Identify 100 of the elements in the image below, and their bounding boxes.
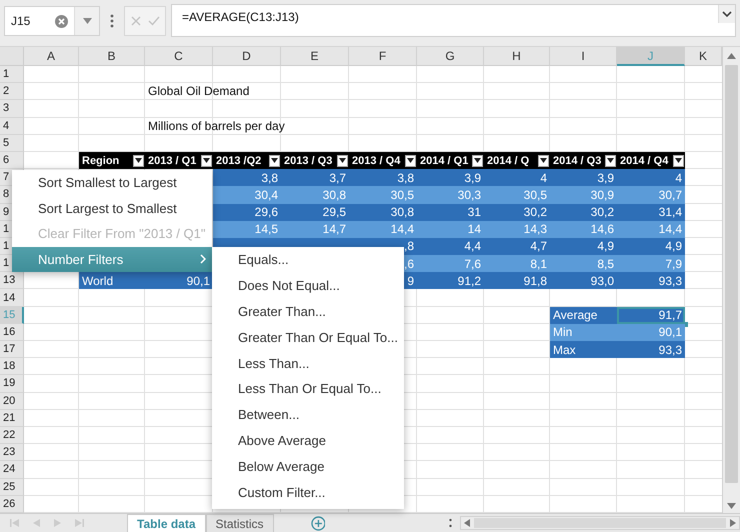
row-header[interactable]: 5 (0, 134, 24, 152)
caret-icon (474, 158, 481, 164)
table-cell: 14,5 (213, 220, 281, 238)
table-cell: 90,1 (617, 324, 685, 341)
table-cell: 3,9 (550, 169, 617, 186)
row-header[interactable]: 24 (0, 461, 24, 478)
row-header[interactable]: 2 (0, 83, 24, 100)
horizontal-scrollbar[interactable] (460, 516, 740, 530)
table-cell: 30,2 (550, 204, 617, 221)
add-sheet-icon[interactable] (310, 516, 326, 530)
row-header[interactable]: 19 (0, 375, 24, 393)
filter-button[interactable] (337, 154, 348, 167)
table-cell: Average (550, 306, 617, 324)
sheet-tab[interactable]: Statistics (206, 514, 274, 532)
table-cell: 3,8 (213, 169, 281, 186)
table-cell: 30,5 (349, 186, 417, 204)
header-label: 2014 / Q3 (553, 154, 602, 167)
table-cell: 4,4 (417, 238, 484, 256)
table-cell: 30,2 (484, 204, 550, 221)
caret-icon (203, 158, 210, 164)
row-header[interactable]: 6 (0, 152, 24, 170)
row-header[interactable]: 25 (0, 478, 24, 496)
menu-item[interactable]: Below Average (212, 453, 404, 480)
table-cell: 91,2 (417, 272, 484, 290)
table-cell: 93,3 (617, 272, 685, 290)
menu-item[interactable]: Between... (212, 402, 404, 428)
table-cell: 93,0 (550, 272, 617, 290)
caret-icon (271, 158, 278, 164)
scroll-right-icon[interactable] (730, 519, 736, 527)
menu-item[interactable]: Greater Than Or Equal To... (212, 324, 404, 350)
dropdown-button[interactable] (74, 7, 99, 35)
chevron-icon (722, 10, 732, 18)
table-cell: 31 (417, 204, 484, 221)
row-header[interactable]: 22 (0, 426, 24, 444)
scrollbar-thumb[interactable] (725, 65, 738, 483)
filter-button[interactable] (269, 154, 280, 167)
table-cell: 8,5 (550, 255, 617, 272)
row-header[interactable]: 18 (0, 358, 24, 376)
caret-icon (675, 158, 682, 164)
menu-item[interactable]: Greater Than... (212, 298, 404, 324)
row-header[interactable]: 13 (0, 272, 24, 290)
row-header[interactable]: 14 (0, 289, 24, 307)
table-cell: 14,6 (550, 220, 617, 238)
filter-button[interactable] (472, 154, 483, 167)
menu-item[interactable]: Sort Smallest to Largest (12, 170, 212, 196)
filter-button[interactable] (133, 154, 144, 167)
menu-item[interactable]: Less Than... (212, 350, 404, 376)
row-header[interactable]: 16 (0, 324, 24, 341)
table-cell: 14,7 (281, 220, 349, 238)
menu-item[interactable]: Above Average (212, 428, 404, 454)
table-cell: 30,5 (484, 186, 550, 204)
chevron-icon (200, 254, 206, 264)
row-header[interactable]: 1 (0, 66, 24, 84)
table-cell: 14 (417, 220, 484, 238)
vertical-scrollbar[interactable] (722, 47, 740, 513)
filter-button[interactable] (538, 154, 549, 167)
table-cell: 30,8 (349, 204, 417, 221)
filter-button[interactable] (201, 154, 212, 167)
formula-text: =AVERAGE(C13:J13) (182, 10, 299, 24)
menu-item[interactable]: Less Than Or Equal To... (212, 376, 404, 402)
table-cell: 14,3 (484, 220, 550, 238)
formula-field[interactable]: =AVERAGE(C13:J13) (171, 4, 736, 37)
scroll-down-icon[interactable] (727, 503, 736, 509)
scroll-up-icon[interactable] (727, 53, 736, 59)
caret-icon (540, 158, 547, 164)
row-header[interactable]: 26 (0, 496, 24, 513)
clear-icon[interactable] (55, 14, 68, 28)
expand-button[interactable] (718, 5, 735, 23)
row-header[interactable]: 17 (0, 341, 24, 358)
table-cell: 14,4 (617, 220, 685, 238)
name-box[interactable]: J15 (4, 6, 100, 36)
sheet-tab[interactable]: Table data (127, 514, 206, 532)
header-label: 2013 / Q3 (284, 154, 332, 167)
table-cell: 91,7 (617, 306, 685, 324)
resize-handle-icon[interactable] (449, 518, 452, 528)
check-icon[interactable] (148, 16, 160, 26)
filter-button[interactable] (673, 154, 684, 167)
row-header[interactable]: 3 (0, 100, 24, 118)
scrollbar-thumb[interactable] (474, 518, 726, 528)
sheet-title: Millions of barrels per day (148, 118, 285, 133)
menu-item[interactable]: Custom Filter... (212, 479, 404, 505)
scroll-left-icon[interactable] (464, 519, 470, 527)
caret-icon (82, 18, 92, 24)
table-cell: 4,9 (550, 238, 617, 256)
table-cell: 93,3 (617, 341, 685, 358)
row-header[interactable]: 4 (0, 118, 24, 135)
table-cell: 91,8 (484, 272, 550, 290)
header-label: 2014 / Q (487, 154, 530, 167)
table-cell: 31,4 (617, 204, 685, 221)
menu-item[interactable]: Sort Largest to Smallest (12, 196, 212, 221)
table-cell: 29,5 (281, 204, 349, 221)
table-cell: 30,4 (213, 186, 281, 204)
more-icon[interactable] (110, 14, 114, 28)
filter-button[interactable] (405, 154, 416, 167)
row-header[interactable]: 20 (0, 392, 24, 410)
table-cell: 7,6 (417, 255, 484, 272)
row-header[interactable]: 23 (0, 444, 24, 462)
row-header[interactable]: 21 (0, 410, 24, 427)
filter-button[interactable] (605, 154, 616, 167)
table-cell: 7,9 (617, 255, 685, 272)
